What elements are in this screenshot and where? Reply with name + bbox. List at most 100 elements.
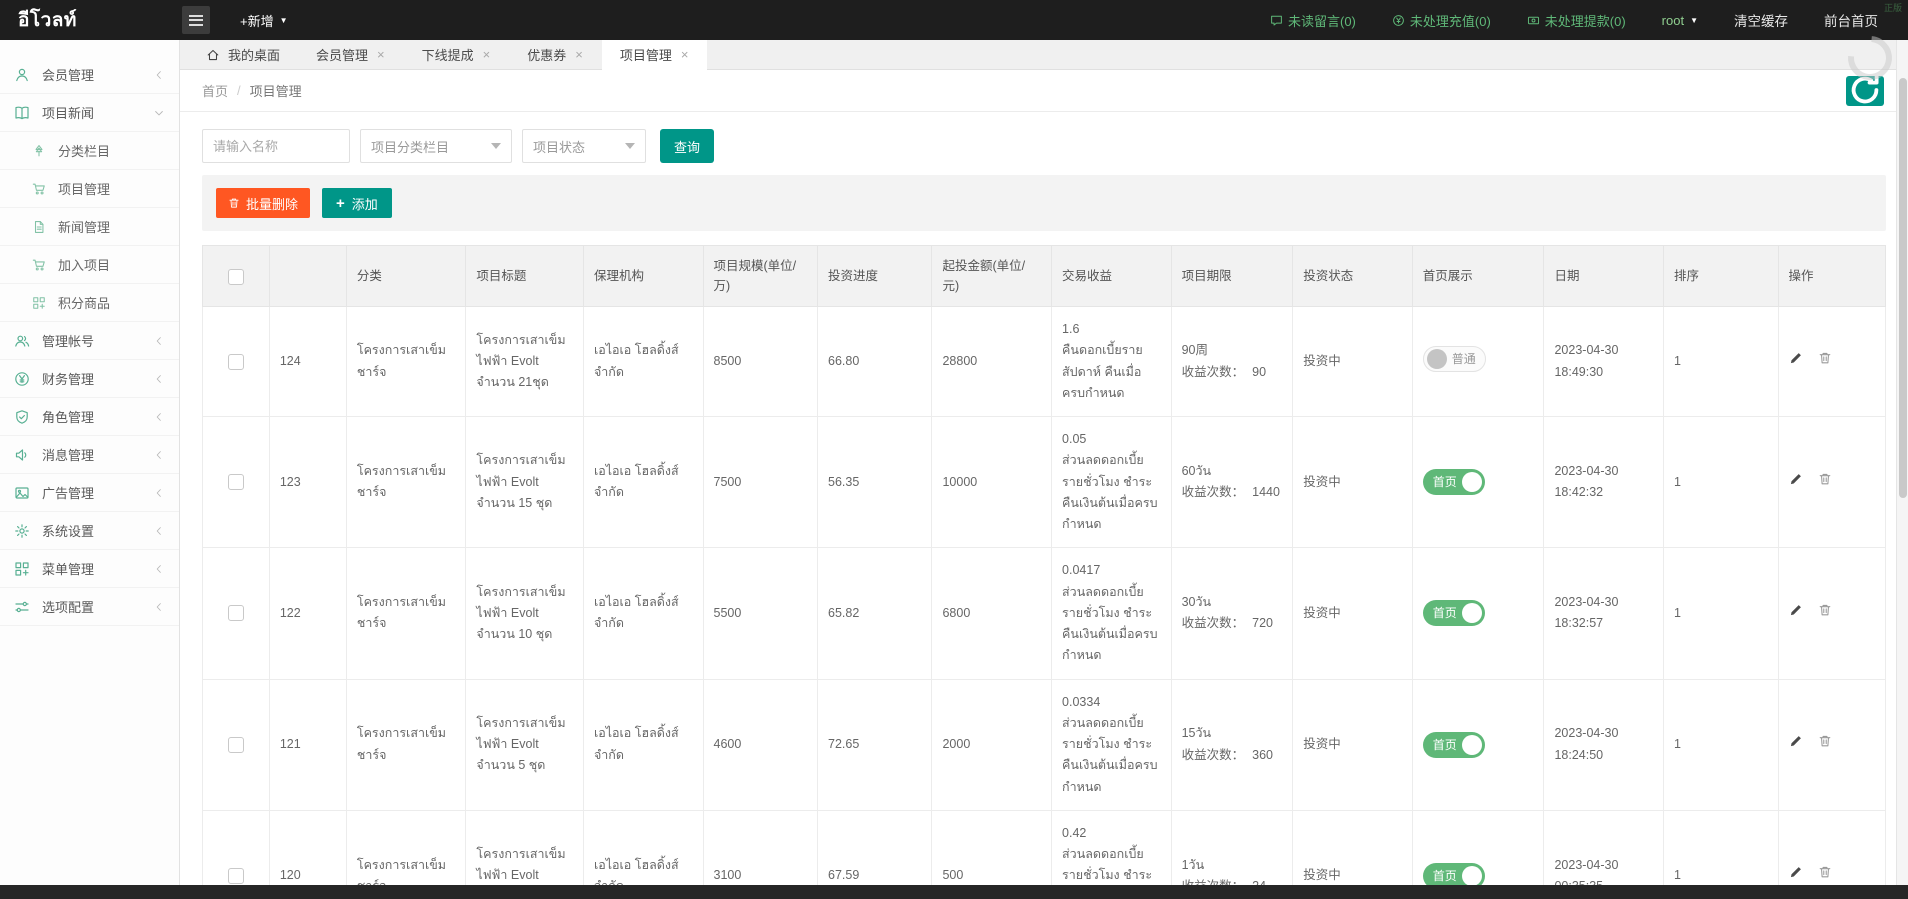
- cell-checkbox: [202, 415, 270, 549]
- cell-progress: 65.82: [816, 547, 933, 680]
- income-desc: ส่วนลดดอกเบี้ยรายชั่วโมง ชำระคืนเงินต้นเ…: [1062, 453, 1158, 531]
- tab[interactable]: 我的桌面: [188, 40, 298, 69]
- cell-title: โครงการเสาเข็มไฟฟ้า Evolt จำนวน 3 ชุด: [465, 809, 584, 885]
- sidebar-toggle-button[interactable]: [182, 6, 210, 34]
- table-row: 122 โครงการเสาเข็มชาร์จ โครงการเสาเข็มไฟ…: [202, 547, 1887, 680]
- sidebar-item[interactable]: 系统设置: [0, 512, 179, 550]
- tab[interactable]: 下线提成 ×: [404, 40, 510, 69]
- cell-home-show: 首页: [1411, 415, 1545, 549]
- notice-link[interactable]: 未处理提款(0): [1527, 11, 1626, 30]
- sidebar-item[interactable]: 积分商品: [0, 284, 179, 322]
- home-show-toggle[interactable]: 首页: [1422, 862, 1485, 885]
- category-select[interactable]: 项目分类栏目: [360, 129, 512, 163]
- breadcrumb-bar: 首页 / 项目管理: [180, 70, 1908, 112]
- table-header-cell: 投资进度: [816, 245, 933, 307]
- cell-progress: 72.65: [816, 678, 933, 811]
- front-home-link[interactable]: 前台首页: [1824, 10, 1878, 30]
- sidebar-item[interactable]: 项目管理: [0, 170, 179, 208]
- tab[interactable]: 项目管理 ×: [601, 40, 708, 70]
- sidebar-item[interactable]: 角色管理: [0, 398, 179, 436]
- tree-icon: [32, 144, 46, 158]
- cell-progress: 56.35: [816, 415, 933, 549]
- period-value: 15วัน: [1181, 726, 1212, 741]
- select-all-checkbox[interactable]: [227, 268, 244, 285]
- clear-cache-link[interactable]: 清空缓存: [1734, 10, 1788, 30]
- sidebar-item[interactable]: 财务管理: [0, 360, 179, 398]
- sidebar-item[interactable]: 加入项目: [0, 246, 179, 284]
- row-checkbox[interactable]: [227, 353, 244, 370]
- row-checkbox[interactable]: [227, 867, 244, 884]
- notice-link[interactable]: 未读留言(0): [1270, 11, 1356, 30]
- add-button[interactable]: + 添加: [322, 188, 392, 218]
- row-checkbox[interactable]: [227, 736, 244, 753]
- status-select[interactable]: 项目状态: [522, 129, 646, 163]
- horizontal-scrollbar[interactable]: [0, 885, 1908, 899]
- edit-icon[interactable]: [1789, 734, 1803, 748]
- category-select-value: 项目分类栏目: [371, 139, 450, 155]
- main-frame: 会员管理 项目新闻 分类栏目 项目管理 新闻管理 加入项目 积分商品 管理帐号: [0, 40, 1908, 885]
- table-header-cell: 保理机构: [582, 245, 704, 307]
- delete-icon[interactable]: [1818, 351, 1832, 365]
- projects-table: 分类 项目标题 保理机构 项目规模(单位/万) 投资进度 起投金额(单位/元) …: [202, 245, 1887, 885]
- name-search-input[interactable]: [202, 129, 350, 163]
- sidebar-item-label: 项目管理: [58, 182, 111, 197]
- notice-label: 未处理充值(0): [1409, 13, 1491, 29]
- edit-icon[interactable]: [1789, 865, 1803, 879]
- breadcrumb-separator: /: [237, 83, 241, 98]
- shield-icon: [14, 409, 30, 425]
- cart-icon: [32, 182, 46, 196]
- sidebar-item[interactable]: 管理帐号: [0, 322, 179, 360]
- home-show-toggle[interactable]: 首页: [1422, 469, 1485, 496]
- sidebar-item[interactable]: 新闻管理: [0, 208, 179, 246]
- delete-icon[interactable]: [1818, 603, 1832, 617]
- delete-icon[interactable]: [1818, 734, 1832, 748]
- sidebar-item[interactable]: 项目新闻: [0, 94, 179, 132]
- tab[interactable]: 会员管理 ×: [298, 40, 404, 69]
- cell-title: โครงการเสาเข็มไฟฟ้า Evolt จำนวน 5 ชุด: [465, 678, 584, 811]
- sidebar-item[interactable]: 会员管理: [0, 56, 179, 94]
- sidebar-item[interactable]: 消息管理: [0, 436, 179, 474]
- tab-close-icon[interactable]: ×: [482, 47, 492, 62]
- home-show-toggle[interactable]: 首页: [1422, 600, 1485, 627]
- quick-add-dropdown[interactable]: +新增 ▼: [240, 11, 288, 30]
- refresh-button[interactable]: [1846, 73, 1884, 106]
- sidebar-item[interactable]: 选项配置: [0, 588, 179, 626]
- cell-period: 1วัน 收益次数：24: [1170, 809, 1294, 885]
- delete-icon[interactable]: [1818, 472, 1832, 486]
- tab-close-icon[interactable]: ×: [376, 47, 386, 62]
- sidebar-item[interactable]: 菜单管理: [0, 550, 179, 588]
- period-value: 1วัน: [1181, 857, 1205, 872]
- table-header-cell: [268, 245, 347, 307]
- tab-close-icon[interactable]: ×: [574, 47, 584, 62]
- delete-icon[interactable]: [1818, 865, 1832, 879]
- cell-id: 123: [268, 415, 347, 549]
- row-checkbox[interactable]: [227, 605, 244, 622]
- vertical-scrollbar[interactable]: [1896, 40, 1908, 885]
- tab-close-icon[interactable]: ×: [680, 47, 690, 62]
- batch-delete-button[interactable]: 批量删除: [216, 188, 311, 218]
- tab[interactable]: 优惠券 ×: [509, 40, 602, 69]
- cell-scale: 7500: [702, 415, 819, 549]
- sidebar-item[interactable]: 分类栏目: [0, 132, 179, 170]
- cell-sort: 1: [1663, 809, 1779, 885]
- notice-link[interactable]: 未处理充值(0): [1392, 11, 1491, 30]
- sidebar-item[interactable]: 广告管理: [0, 474, 179, 512]
- edit-icon[interactable]: [1789, 603, 1803, 617]
- breadcrumb-home[interactable]: 首页: [202, 81, 228, 100]
- user-menu[interactable]: root ▼: [1662, 13, 1698, 28]
- edit-icon[interactable]: [1789, 472, 1803, 486]
- income-rate: 0.05: [1062, 432, 1087, 446]
- cell-category: โครงการเสาเข็มชาร์จ: [345, 415, 467, 549]
- cell-progress: 67.59: [816, 809, 933, 885]
- header-right: 未读留言(0) 未处理充值(0) 未处理提款(0) root ▼ 清空缓存 前台…: [1270, 10, 1908, 30]
- vertical-scrollbar-thumb[interactable]: [1899, 78, 1907, 498]
- caret-down-icon: ▼: [279, 15, 288, 25]
- period-value: 30วัน: [1181, 595, 1212, 610]
- edit-icon[interactable]: [1789, 351, 1803, 365]
- filter-bar: 项目分类栏目 项目状态 查询: [202, 116, 1886, 175]
- grid-plus-icon: [32, 296, 46, 310]
- home-show-toggle[interactable]: 首页: [1422, 731, 1485, 758]
- row-checkbox[interactable]: [227, 474, 244, 491]
- home-show-toggle[interactable]: 普通: [1422, 346, 1486, 373]
- search-button[interactable]: 查询: [660, 129, 714, 163]
